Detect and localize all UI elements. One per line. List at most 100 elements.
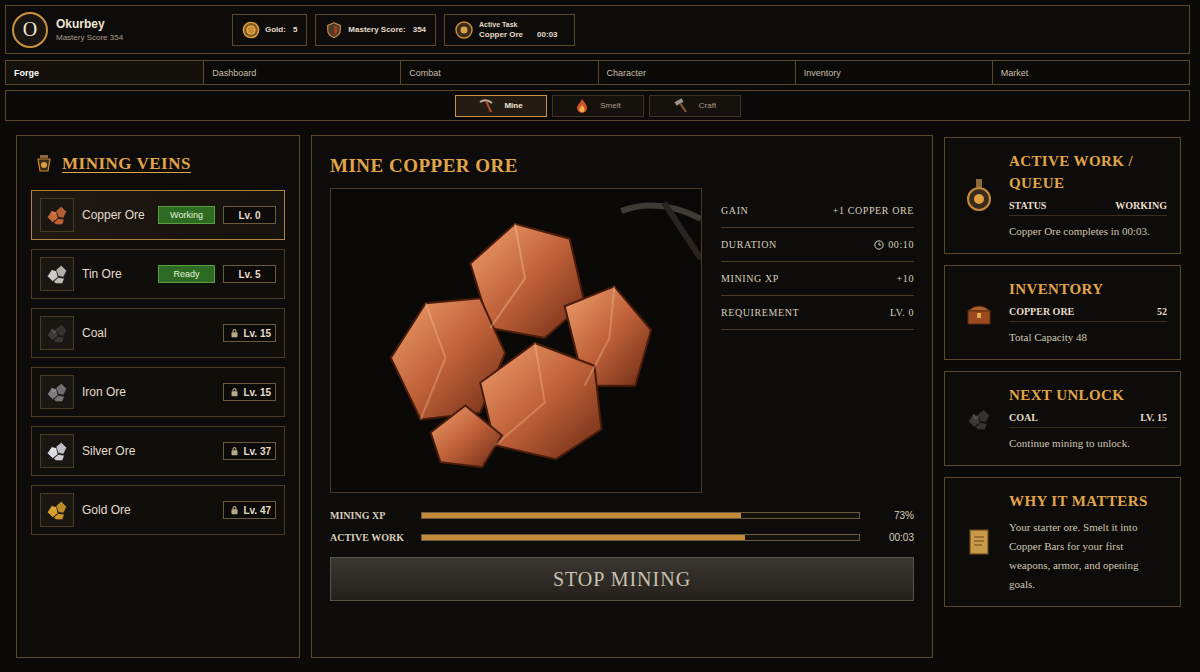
sub-tab-bar: Mine Smelt Craft	[5, 90, 1190, 121]
player-info: O Okurbey Mastery Score 354	[12, 12, 224, 48]
card-note: Total Capacity 48	[1009, 328, 1167, 347]
vein-row[interactable]: Iron Ore Lv. 15	[31, 367, 285, 417]
card-row: COPPER ORE 52	[1009, 306, 1167, 322]
detail-title: MINE COPPER ORE	[330, 154, 914, 178]
detail-stat-row: REQUIREMENT LV. 0	[721, 296, 914, 330]
vein-row[interactable]: Tin Ore Ready Lv. 5	[31, 249, 285, 299]
side-card: INVENTORY COPPER ORE 52 Total Capacity 4…	[944, 265, 1181, 360]
avatar[interactable]: O	[12, 12, 48, 48]
ore-icon	[44, 497, 70, 523]
sub-tab[interactable]: Smelt	[552, 95, 644, 117]
card-title: WHY IT MATTERS	[1009, 490, 1167, 512]
progress-row: ACTIVE WORK 00:03	[330, 526, 914, 548]
side-column: ACTIVE WORK / QUEUE STATUS WORKING Coppe…	[944, 135, 1181, 607]
shield-icon	[325, 21, 343, 39]
ore-icon	[44, 261, 70, 287]
nav-tab[interactable]: Combat	[400, 61, 597, 84]
veins-header: MINING VEINS	[35, 150, 285, 178]
player-subtitle: Mastery Score 354	[56, 33, 123, 42]
vein-level-text: Lv. 5	[238, 269, 260, 280]
stat-label: Gold:	[265, 25, 286, 34]
vein-level: Lv. 47	[223, 501, 276, 519]
hammer-icon	[673, 98, 689, 114]
detail-stat-label: DURATION	[721, 239, 777, 250]
detail-stat-value: +1 COPPER ORE	[833, 205, 914, 216]
player-text: Okurbey Mastery Score 354	[56, 17, 123, 42]
vein-list: Copper Ore Working Lv. 0 Tin Ore Ready L…	[31, 190, 285, 535]
vein-level-text: Lv. 0	[238, 210, 260, 221]
nav-tab[interactable]: Character	[598, 61, 795, 84]
card-row-value: 52	[1157, 306, 1167, 317]
sub-tab[interactable]: Mine	[455, 95, 547, 117]
detail-stat-value: +10	[897, 273, 914, 284]
detail-stat-label: GAIN	[721, 205, 748, 216]
card-icon-box	[959, 527, 999, 557]
vein-row[interactable]: Copper Ore Working Lv. 0	[31, 190, 285, 240]
nav-tab[interactable]: Dashboard	[203, 61, 400, 84]
vein-level-text: Lv. 47	[243, 505, 271, 516]
pickaxe-icon	[478, 98, 494, 114]
detail-stat-label: MINING XP	[721, 273, 779, 284]
nav-tab[interactable]: Inventory	[795, 61, 992, 84]
progress-label: MINING XP	[330, 510, 421, 521]
sub-tab-label: Smelt	[600, 101, 620, 110]
stat-box: Gold: 5	[232, 14, 307, 46]
active-task-text: Active Task Copper Ore 00:03	[479, 21, 557, 39]
card-title: INVENTORY	[1009, 278, 1167, 300]
detail-stat-row: DURATION 00:10	[721, 228, 914, 262]
veins-title: MINING VEINS	[62, 154, 191, 174]
detail-stats: GAIN +1 COPPER OREDURATION 00:10MINING X…	[721, 188, 914, 493]
card-row-label: STATUS	[1009, 200, 1046, 211]
vein-icon-box	[40, 257, 74, 291]
vein-row[interactable]: Gold Ore Lv. 47	[31, 485, 285, 535]
stop-mining-button[interactable]: STOP MINING	[330, 557, 914, 601]
card-row: COAL LV. 15	[1009, 412, 1167, 428]
ore-artwork	[330, 188, 702, 493]
vein-row[interactable]: Coal Lv. 15	[31, 308, 285, 358]
card-body: INVENTORY COPPER ORE 52 Total Capacity 4…	[1009, 278, 1167, 347]
side-card: WHY IT MATTERS Your starter ore. Smelt i…	[944, 477, 1181, 607]
nav-tab[interactable]: Market	[992, 61, 1189, 84]
detail-stat-value-text: +10	[897, 273, 914, 284]
detail-body: GAIN +1 COPPER OREDURATION 00:10MINING X…	[330, 188, 914, 493]
detail-stat-value-text: LV. 0	[890, 307, 914, 318]
active-task-box: Active Task Copper Ore 00:03	[444, 14, 574, 46]
lock-icon	[230, 505, 239, 515]
medallion-icon	[454, 20, 474, 40]
veins-panel: MINING VEINS Copper Ore Working Lv. 0 Ti…	[16, 135, 300, 658]
vein-level-text: Lv. 37	[243, 446, 271, 457]
sub-tab-label: Craft	[699, 101, 716, 110]
vein-level: Lv. 5	[223, 265, 276, 283]
main-nav: ForgeDashboardCombatCharacterInventoryMa…	[5, 60, 1190, 85]
vein-row[interactable]: Silver Ore Lv. 37	[31, 426, 285, 476]
card-icon-box	[959, 179, 999, 213]
active-task-label: Active Task	[479, 21, 557, 28]
detail-stat-value: LV. 0	[890, 307, 914, 318]
card-row: STATUS WORKING	[1009, 200, 1167, 216]
nav-tab[interactable]: Forge	[6, 61, 203, 84]
card-body: WHY IT MATTERS Your starter ore. Smelt i…	[1009, 490, 1167, 594]
detail-stat-row: MINING XP +10	[721, 262, 914, 296]
vein-status-badge: Ready	[158, 265, 215, 283]
medallion-icon	[966, 179, 992, 213]
active-task-item: Copper Ore	[479, 30, 523, 39]
vein-name: Tin Ore	[82, 267, 150, 281]
vein-level-text: Lv. 15	[243, 387, 271, 398]
card-title: NEXT UNLOCK	[1009, 384, 1167, 406]
ore-icon	[44, 202, 70, 228]
sub-tab-label: Mine	[504, 101, 522, 110]
card-row-label: COAL	[1009, 412, 1038, 423]
vein-icon-box	[40, 375, 74, 409]
scroll-icon	[966, 527, 992, 557]
progress-reading: 73%	[860, 510, 914, 521]
sub-tab[interactable]: Craft	[649, 95, 741, 117]
vein-level: Lv. 37	[223, 442, 276, 460]
lantern-icon	[35, 154, 53, 174]
card-icon-box	[959, 299, 999, 327]
detail-panel: MINE COPPER ORE GAIN +1 COPPER ORE DURATI…	[311, 135, 933, 658]
copper-ore-illustration	[331, 189, 701, 492]
ore-icon	[44, 320, 70, 346]
card-row-value: WORKING	[1115, 200, 1167, 211]
side-card: ACTIVE WORK / QUEUE STATUS WORKING Coppe…	[944, 137, 1181, 254]
card-note: Continue mining to unlock.	[1009, 434, 1167, 453]
